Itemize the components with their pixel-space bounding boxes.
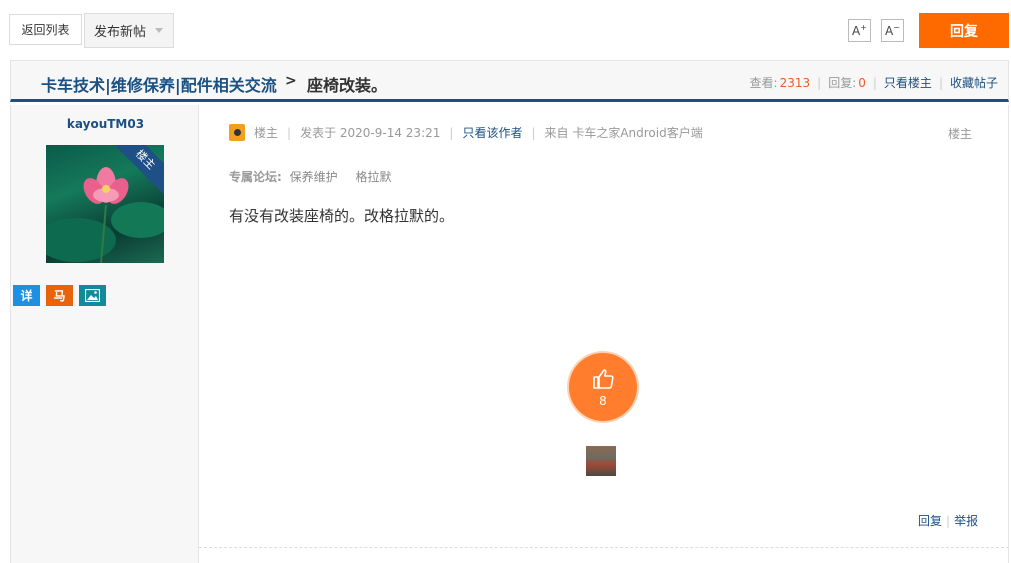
chevron-down-icon: [155, 28, 164, 33]
post-meta: 楼主 | 发表于 2020-9-14 23:21 | 只看该作者 | 来自 卡车…: [229, 124, 703, 141]
thread-stats: 查看: 2313 | 回复: 0 | 只看楼主 | 收藏帖子: [750, 74, 998, 91]
replies-count: 0: [858, 75, 866, 90]
author-only-link[interactable]: 只看楼主: [884, 74, 932, 91]
forum-tag[interactable]: 格拉默: [355, 170, 391, 184]
new-post-label: 发布新帖: [94, 25, 147, 40]
breadcrumb-separator: >: [285, 73, 297, 89]
back-to-list-button[interactable]: 返回列表: [9, 14, 82, 45]
thumbs-up-icon: [593, 368, 614, 389]
meta-divider: |: [531, 125, 536, 140]
post-divider: [199, 547, 1009, 548]
avatar[interactable]: 楼主: [46, 145, 164, 263]
font-decrease-label: A: [885, 23, 894, 38]
floor-number: 楼主: [948, 127, 973, 141]
new-post-button[interactable]: 发布新帖: [84, 13, 174, 48]
stats-divider: |: [938, 75, 943, 90]
thread-header: 卡车技术|维修保养|配件相关交流 > 座椅改装。 查看: 2313 | 回复: …: [10, 60, 1009, 102]
plus-icon: +: [860, 22, 867, 32]
stats-divider: |: [817, 75, 822, 90]
posted-at: 发表于 2020-9-14 23:21: [300, 126, 441, 140]
author-sidebar: kayouTM03 楼主 详 马: [10, 105, 199, 563]
post-source: 来自 卡车之家Android客户端: [544, 126, 703, 140]
forum-tags: 专属论坛: 保养维护 格拉默: [229, 168, 406, 185]
like-count: 8: [599, 393, 607, 408]
meta-divider: |: [287, 125, 292, 140]
image-icon: [85, 289, 100, 302]
author-role: 楼主: [254, 126, 279, 140]
thread-title: 座椅改装。: [307, 76, 388, 95]
reply-link[interactable]: 回复: [918, 514, 942, 528]
view-author-only-link[interactable]: 只看该作者: [462, 124, 522, 141]
stats-divider: |: [872, 75, 877, 90]
report-link[interactable]: 举报: [954, 514, 978, 528]
post-actions: 回复 | 举报: [918, 512, 978, 529]
author-badges: 详 马: [13, 285, 106, 306]
author-username[interactable]: kayouTM03: [11, 117, 200, 131]
minus-icon: −: [893, 22, 900, 32]
liker-avatar[interactable]: [586, 446, 616, 476]
views-count: 2313: [779, 75, 811, 90]
forum-tag[interactable]: 保养维护: [290, 170, 338, 184]
actions-divider: |: [946, 514, 951, 528]
image-badge[interactable]: [79, 285, 106, 306]
reply-button[interactable]: 回复: [919, 13, 1009, 48]
breadcrumb-forum-link[interactable]: 卡车技术|维修保养|配件相关交流: [41, 72, 277, 96]
user-role-icon: [229, 124, 245, 141]
font-increase-button[interactable]: A +: [848, 19, 871, 42]
meta-divider: |: [449, 125, 454, 140]
replies-label: 回复:: [828, 76, 857, 90]
favorite-thread-link[interactable]: 收藏帖子: [950, 74, 998, 91]
forum-label: 专属论坛:: [229, 170, 282, 184]
content-right-border: [1008, 105, 1009, 563]
detail-badge[interactable]: 详: [13, 285, 40, 306]
horse-badge[interactable]: 马: [46, 285, 73, 306]
views-label: 查看:: [749, 76, 778, 90]
post-body: 有没有改装座椅的。改格拉默的。: [229, 207, 455, 225]
font-decrease-button[interactable]: A −: [881, 19, 904, 42]
font-increase-label: A: [852, 23, 861, 38]
like-button[interactable]: 8: [569, 353, 637, 421]
